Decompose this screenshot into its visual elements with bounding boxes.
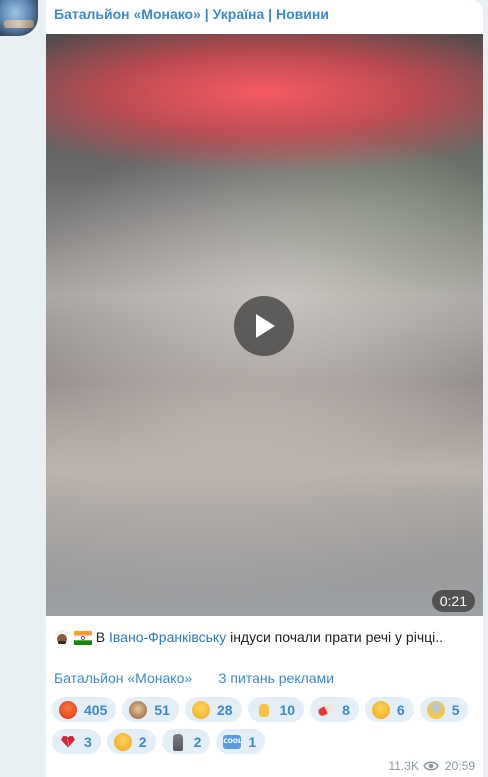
city-link[interactable]: Івано-Франківську — [109, 629, 226, 645]
play-icon — [256, 314, 275, 338]
reaction-count: 5 — [451, 701, 460, 718]
message-time: 20:59 — [444, 759, 475, 773]
reaction-count: 3 — [84, 733, 92, 750]
reaction-count: 10 — [279, 701, 296, 718]
reaction-count: 8 — [342, 701, 350, 718]
channel-avatar[interactable] — [0, 0, 38, 36]
channel-link[interactable]: Батальйон «Монако» — [54, 670, 192, 686]
reaction-moai[interactable]: 2 — [161, 729, 211, 754]
reaction-count: 1 — [248, 733, 257, 750]
reaction-cool[interactable]: 1 — [216, 729, 266, 754]
footer-links: Батальйон «Монако» З питань реклами — [54, 670, 475, 686]
play-button[interactable] — [234, 296, 294, 356]
reaction-count: 405 — [84, 701, 108, 718]
reaction-scream[interactable]: 5 — [419, 697, 469, 722]
angry-face-icon — [59, 700, 77, 719]
person-wearing-turban-icon — [54, 629, 70, 650]
message-meta: 11.3K 20:59 — [389, 759, 476, 773]
thumbs-up-icon — [255, 701, 273, 719]
smiling-face-with-hearts-icon — [113, 732, 132, 751]
thinking-face-icon — [191, 700, 210, 719]
reaction-count: 28 — [216, 701, 233, 718]
reactions-bar: 405 51 28 10 8 6 5 3 2 2 COOL 1 — [52, 697, 472, 754]
india-flag-icon — [73, 630, 92, 650]
woozy-face-icon — [371, 700, 390, 719]
see-no-evil-monkey-icon — [129, 700, 148, 719]
message-caption: В Івано-Франківську індуси почали прати … — [54, 627, 475, 650]
video-duration: 0:21 — [431, 590, 475, 612]
reaction-broken-heart[interactable]: 3 — [52, 729, 101, 754]
reaction-hearts-face[interactable]: 2 — [106, 729, 156, 754]
reaction-woozy[interactable]: 6 — [364, 697, 414, 722]
ads-contact-link[interactable]: З питань реклами — [218, 670, 334, 686]
caption-text: індуси почали прати речі у річці.. — [226, 629, 444, 645]
reaction-count: 51 — [154, 701, 170, 718]
reaction-thumbs-up[interactable]: 10 — [247, 697, 305, 722]
reaction-count: 2 — [138, 733, 147, 750]
reaction-thinking[interactable]: 28 — [184, 697, 242, 722]
reaction-monkey[interactable]: 51 — [122, 697, 179, 722]
reaction-count: 6 — [396, 701, 405, 718]
broken-heart-icon — [59, 733, 77, 751]
pill-icon — [317, 701, 335, 719]
reaction-pill[interactable]: 8 — [310, 697, 359, 722]
reaction-angry[interactable]: 405 — [52, 697, 117, 722]
view-count: 11.3K — [388, 759, 419, 773]
eye-icon — [423, 761, 439, 771]
video-player[interactable]: 0:21 — [46, 34, 483, 616]
screaming-face-icon — [426, 700, 445, 719]
reaction-count: 2 — [193, 733, 202, 750]
message-bubble: Батальйон «Монако» | Україна | Новини 0:… — [46, 0, 483, 777]
moai-icon — [169, 733, 187, 751]
channel-title[interactable]: Батальйон «Монако» | Україна | Новини — [54, 6, 475, 22]
caption-prefix: В — [91, 629, 110, 645]
cool-button-icon — [223, 733, 242, 751]
